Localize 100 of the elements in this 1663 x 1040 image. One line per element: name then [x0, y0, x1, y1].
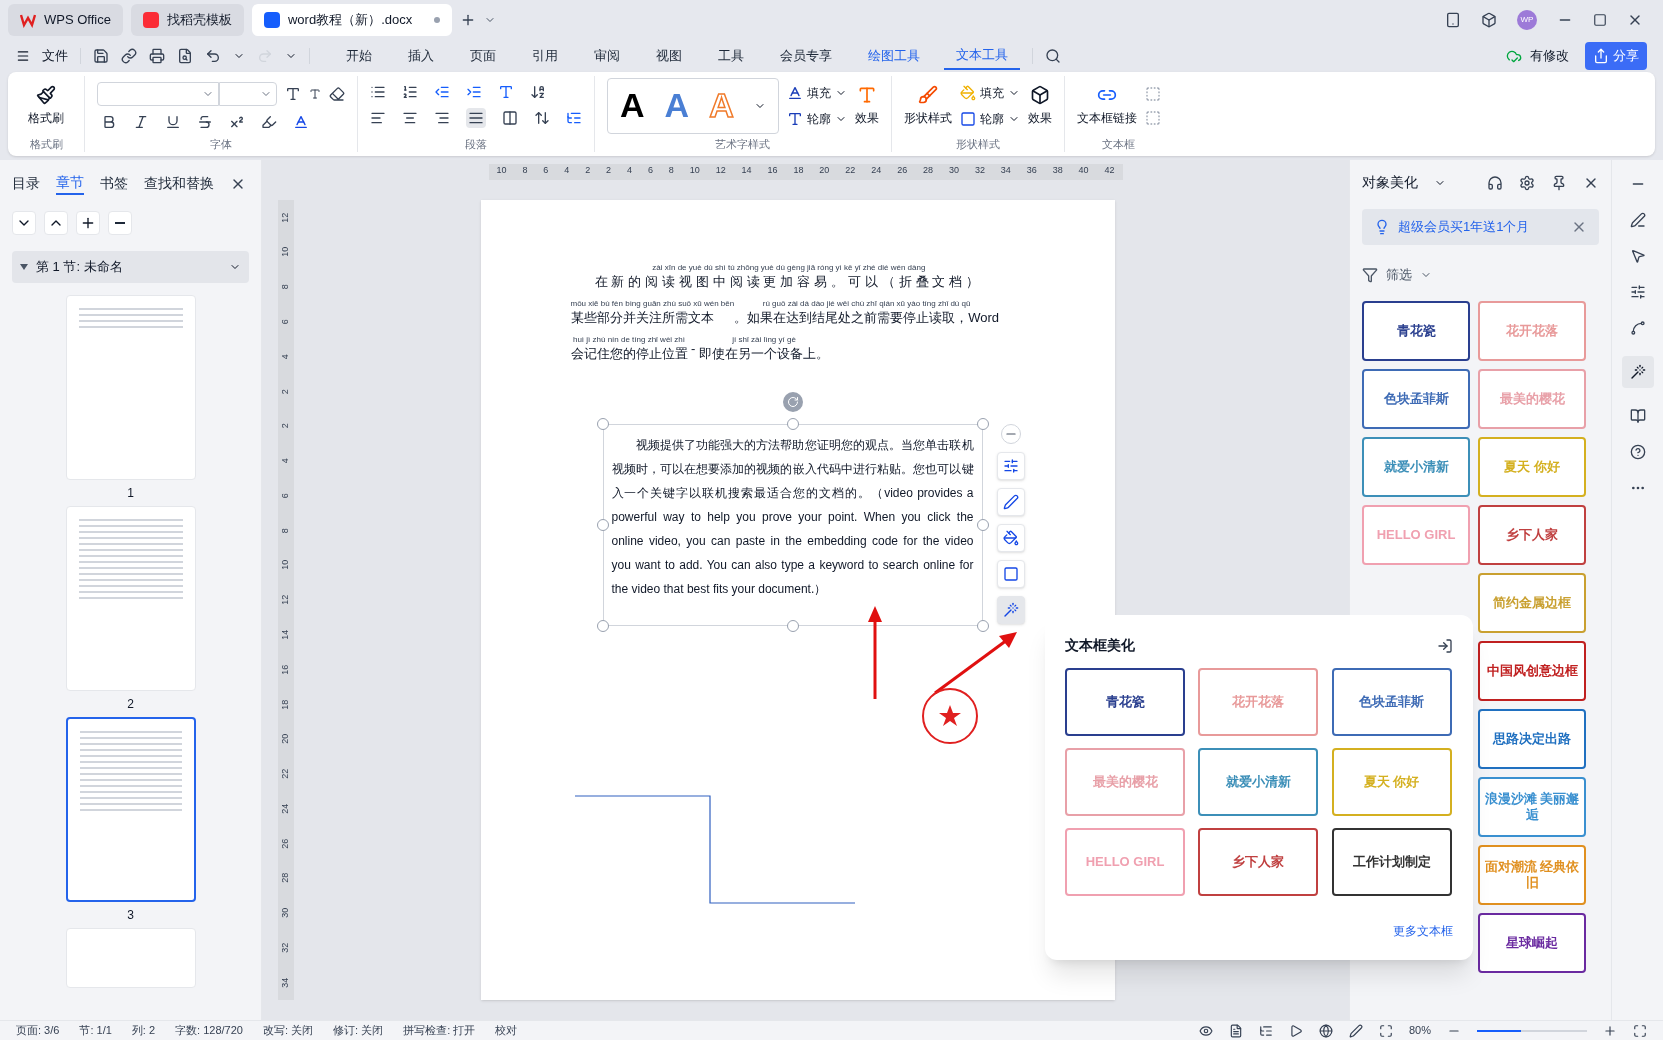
link-icon[interactable]: [121, 48, 137, 64]
document-tab[interactable]: 找稻壳模板: [130, 4, 244, 36]
template-thumbnail[interactable]: 浪漫沙滩 美丽邂逅: [1478, 776, 1586, 837]
status-item[interactable]: 修订: 关闭: [333, 1022, 384, 1039]
italic-icon[interactable]: [133, 113, 149, 130]
highlight-icon[interactable]: [261, 113, 277, 130]
curve-icon[interactable]: [1629, 320, 1646, 336]
template-thumbnail[interactable]: 就爱小清新: [1362, 436, 1470, 497]
template-thumbnail[interactable]: 中国风创意边框: [1478, 640, 1586, 701]
ribbon-button[interactable]: 填充: [959, 83, 1020, 102]
share-button[interactable]: 分享: [1585, 42, 1647, 70]
more-textboxes-link[interactable]: 更多文本框: [1393, 922, 1453, 940]
modified-button[interactable]: 有修改: [1530, 46, 1569, 66]
underline-icon[interactable]: [165, 113, 181, 130]
wordart-preview[interactable]: A: [620, 80, 645, 132]
nav-tab[interactable]: 章节: [56, 172, 84, 195]
nav-tab[interactable]: 查找和替换: [144, 173, 214, 194]
format-painter-button[interactable]: 格式刷: [20, 84, 72, 127]
menu-tab[interactable]: 文本工具: [944, 42, 1020, 70]
template-thumbnail[interactable]: 色块孟菲斯: [1331, 668, 1452, 736]
menu-tab[interactable]: 开始: [334, 42, 384, 70]
font-name-field[interactable]: [97, 81, 219, 106]
cloud-icon[interactable]: [1506, 48, 1522, 64]
template-thumbnail[interactable]: 工作计划制定: [1331, 828, 1452, 896]
preview-icon[interactable]: [177, 48, 193, 64]
ribbon-button[interactable]: 填充: [786, 83, 847, 102]
font-color-icon[interactable]: [293, 113, 309, 130]
ribbon-button[interactable]: 轮廓: [786, 109, 847, 128]
float-tool-button[interactable]: [996, 488, 1025, 516]
template-thumbnail[interactable]: 青花瓷: [1362, 300, 1470, 361]
globe-icon[interactable]: [1318, 1023, 1333, 1038]
effect-button[interactable]: 效果: [854, 84, 879, 127]
maximize-icon[interactable]: [1593, 13, 1607, 27]
float-tool-button[interactable]: [996, 596, 1025, 624]
resize-handle[interactable]: [596, 418, 609, 430]
tablet-icon[interactable]: [1445, 12, 1461, 28]
resize-handle[interactable]: [976, 519, 989, 531]
text-box[interactable]: 视频提供了功能强大的方法帮助您证明您的观点。当您单击联机视频时，可以在想要添加的视频的嵌入代码中进行粘贴。您也可以键入一个关键字以联机搜索最适合您的文档的。（video provides a powerful way to help you prove your point. When you click the online video, you can paste in the embedding code for the video you want to add. You can also type a keyword to search online for the video that best fits your document.）: [602, 424, 983, 626]
menu-tab[interactable]: 会员专享: [768, 42, 844, 70]
template-thumbnail[interactable]: 就爱小清新: [1198, 748, 1319, 816]
bold-icon[interactable]: [101, 113, 117, 130]
zoom-in-icon[interactable]: [1603, 1023, 1617, 1038]
page-thumbnail[interactable]: [65, 717, 196, 902]
collapse-popup-icon[interactable]: [1437, 637, 1453, 654]
menu-tab[interactable]: 页面: [458, 42, 508, 70]
template-thumbnail[interactable]: 乡下人家: [1198, 828, 1319, 896]
pen-icon[interactable]: [1629, 212, 1646, 228]
outline-button[interactable]: [108, 211, 132, 235]
panel-title[interactable]: 对象美化: [1362, 172, 1418, 193]
undo-icon[interactable]: [205, 48, 221, 64]
shape-effect-button[interactable]: 效果: [1027, 84, 1052, 127]
status-item[interactable]: 字数: 128/720: [175, 1022, 243, 1039]
resize-handle[interactable]: [976, 418, 989, 430]
page-view-icon[interactable]: [1228, 1023, 1243, 1038]
fullscreen-icon[interactable]: [1633, 1023, 1647, 1038]
fit-icon[interactable]: [1378, 1023, 1393, 1038]
menu-tab[interactable]: 工具: [706, 42, 756, 70]
print-icon[interactable]: [149, 48, 165, 64]
pen-icon[interactable]: [1348, 1023, 1363, 1038]
status-item[interactable]: 节: 1/1: [79, 1022, 112, 1039]
menu-tab[interactable]: 视图: [644, 42, 694, 70]
pin-icon[interactable]: [1551, 174, 1567, 191]
menu-tab[interactable]: 绘图工具: [856, 42, 932, 70]
sliders-icon[interactable]: [1629, 284, 1646, 300]
textbox-link-button[interactable]: 文本框链接: [1076, 84, 1137, 127]
float-tool-button[interactable]: [996, 524, 1025, 552]
sort-icon[interactable]: [530, 83, 546, 100]
status-item[interactable]: 拼写检查: 打开: [403, 1022, 476, 1039]
float-tool-button[interactable]: [996, 452, 1025, 480]
menu-tab[interactable]: 插入: [396, 42, 446, 70]
outline-view-icon[interactable]: [1258, 1023, 1273, 1038]
eraser-icon[interactable]: [329, 85, 345, 102]
cube-icon[interactable]: [1481, 12, 1497, 28]
document-tab[interactable]: WPS Office: [8, 4, 123, 36]
filter-button[interactable]: 筛选: [1362, 265, 1599, 285]
pointer-icon[interactable]: [1629, 248, 1646, 264]
menu-tab[interactable]: 审阅: [582, 42, 632, 70]
save-icon[interactable]: [93, 48, 109, 64]
section-header[interactable]: 第 1 节: 未命名: [12, 251, 249, 283]
numbering-icon[interactable]: [402, 83, 418, 100]
wordart-gallery[interactable]: A A A: [607, 77, 779, 134]
play-icon[interactable]: [1288, 1023, 1303, 1038]
rotate-handle-icon[interactable]: [782, 392, 803, 412]
status-item[interactable]: 页面: 3/6: [16, 1022, 60, 1039]
document-tab[interactable]: word教程（新）.docx: [251, 4, 452, 36]
resize-handle[interactable]: [786, 418, 799, 430]
promo-banner[interactable]: 超级会员买1年送1个月: [1362, 209, 1599, 245]
zoom-track[interactable]: [1477, 1029, 1587, 1032]
status-item[interactable]: 列: 2: [131, 1022, 156, 1039]
headset-icon[interactable]: [1487, 174, 1503, 191]
float-tool-button[interactable]: [996, 560, 1025, 588]
ribbon-button[interactable]: 轮廓: [959, 109, 1020, 128]
search-icon[interactable]: [1045, 48, 1061, 64]
status-item[interactable]: 改写: 关闭: [262, 1022, 314, 1039]
font-size-field[interactable]: [219, 81, 277, 106]
wand-icon[interactable]: [1621, 356, 1654, 388]
outline-button[interactable]: [76, 211, 100, 235]
status-item[interactable]: 校对: [495, 1022, 518, 1039]
horizontal-ruler[interactable]: 10 8 6 4 2 2 4 6 8 10 12 14 16 18 20 22 24 26 28 30 32 34 36 38 40 42: [488, 164, 1123, 180]
zoom-level[interactable]: 80%: [1408, 1022, 1431, 1039]
